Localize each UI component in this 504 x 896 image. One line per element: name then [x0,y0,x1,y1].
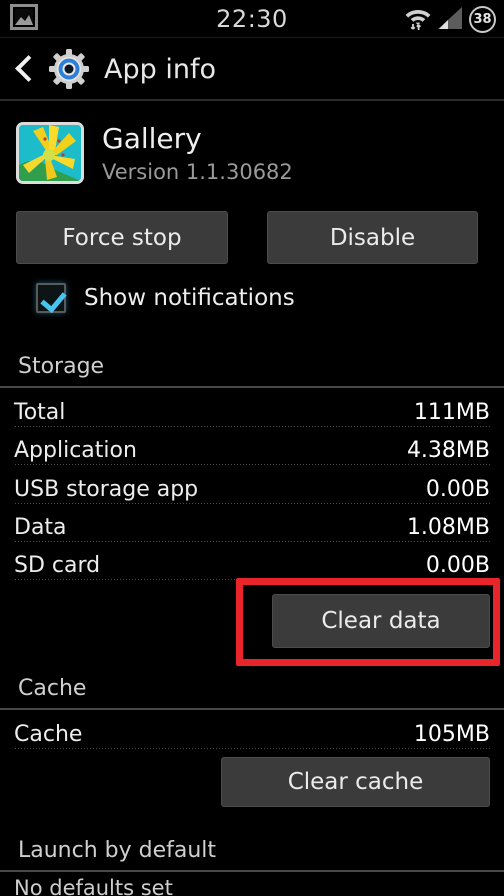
storage-section-header: Storage [18,354,105,379]
row-label: USB storage app [14,477,204,502]
cache-section-divider [0,708,504,710]
battery-indicator: 38 [469,6,496,33]
cache-row: Cache 105MB [14,722,490,755]
launch-by-default-divider [0,870,504,872]
leader-dots [14,503,490,504]
status-bar: 22:30 38 [0,0,504,38]
launch-by-default-status: No defaults set [14,876,173,896]
row-label: Application [14,438,142,463]
app-header: Gallery Version 1.1.30682 [0,112,504,192]
force-stop-button[interactable]: Force stop [16,211,228,264]
storage-row-application: Application 4.38MB [14,438,490,471]
leader-dots [14,426,490,427]
row-value: 105MB [408,722,490,747]
settings-gear-icon[interactable] [48,48,90,90]
wifi-icon [405,4,431,35]
back-chevron-icon[interactable] [10,50,40,88]
launch-by-default-section-header: Launch by default [18,838,217,863]
status-bar-icons: 38 [405,4,496,35]
leader-dots [14,579,490,580]
gallery-app-icon [16,122,84,184]
action-bar: App info [0,38,504,100]
show-notifications-label: Show notifications [84,285,295,311]
clear-cache-button[interactable]: Clear cache [221,757,490,807]
row-value: 1.08MB [401,515,490,540]
cache-section-header: Cache [18,676,87,701]
action-bar-divider [0,99,504,101]
disable-button[interactable]: Disable [267,211,478,264]
app-version: Version 1.1.30682 [102,160,293,184]
storage-row-total: Total 111MB [14,400,490,433]
app-name: Gallery [102,122,202,155]
cellular-signal-icon [438,5,462,34]
show-notifications-row[interactable]: Show notifications [36,283,295,313]
row-label: Total [14,400,71,425]
checkbox-checked-icon[interactable] [36,283,66,313]
row-label: Cache [14,722,88,747]
row-label: SD card [14,553,106,578]
row-value: 4.38MB [401,438,490,463]
clear-data-button[interactable]: Clear data [272,594,490,648]
leader-dots [14,541,490,542]
storage-row-sd-card: SD card 0.00B [14,553,490,586]
app-info-screen: 22:30 38 App info Gallery Version 1.1.30… [0,0,504,896]
row-value: 0.00B [420,553,490,578]
storage-row-data: Data 1.08MB [14,515,490,548]
leader-dots [14,748,490,749]
row-label: Data [14,515,72,540]
row-value: 111MB [408,400,490,425]
leader-dots [14,464,490,465]
row-value: 0.00B [420,477,490,502]
storage-row-usb-storage-app: USB storage app 0.00B [14,477,490,510]
storage-section-divider [0,386,504,388]
page-title: App info [104,53,216,85]
